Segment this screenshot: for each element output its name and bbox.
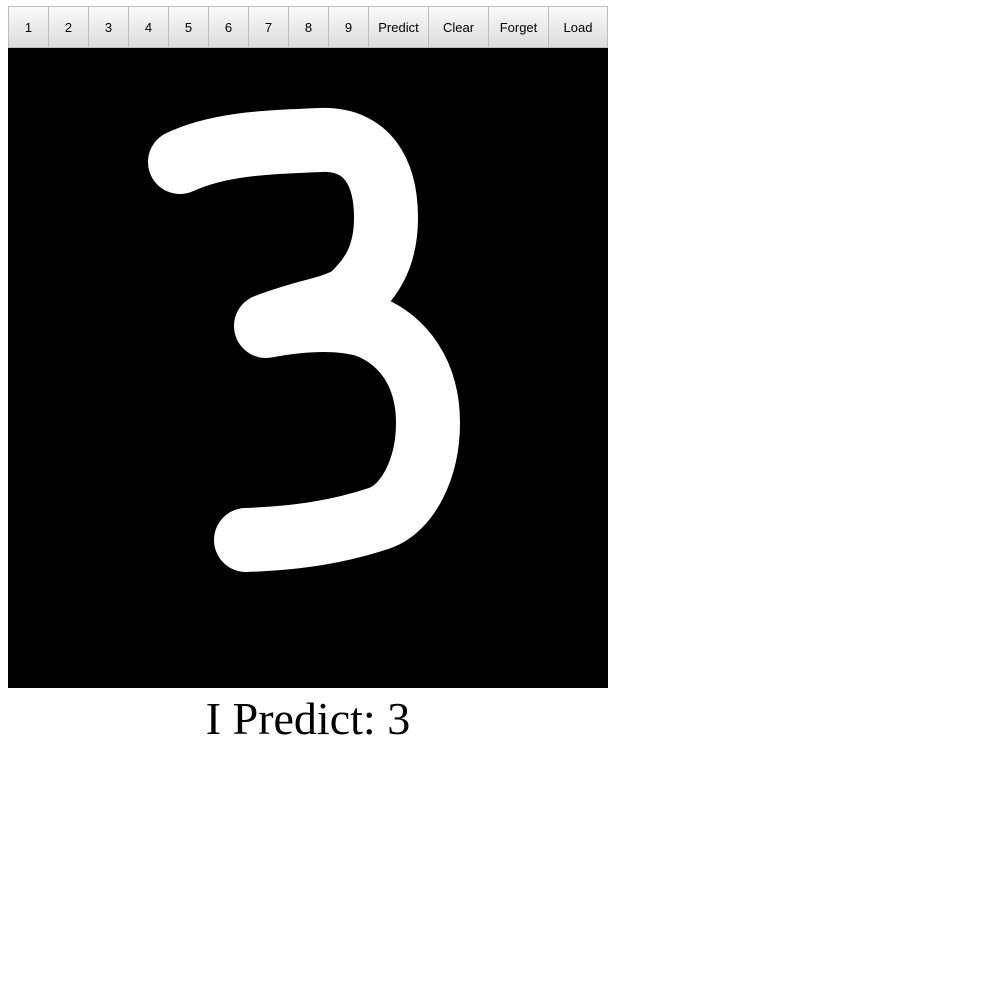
toolbar: 1 2 3 4 5 6 7 8 9 Predict Clear Forget L… [8, 6, 608, 48]
digit-3-button[interactable]: 3 [88, 6, 128, 48]
clear-button[interactable]: Clear [428, 6, 488, 48]
app: 1 2 3 4 5 6 7 8 9 Predict Clear Forget L… [8, 6, 608, 748]
digit-1-button[interactable]: 1 [8, 6, 48, 48]
digit-5-button[interactable]: 5 [168, 6, 208, 48]
predict-button[interactable]: Predict [368, 6, 428, 48]
prediction-text: I Predict: 3 [205, 693, 411, 744]
digit-4-button[interactable]: 4 [128, 6, 168, 48]
digit-2-button[interactable]: 2 [48, 6, 88, 48]
forget-button[interactable]: Forget [488, 6, 548, 48]
digit-9-button[interactable]: 9 [328, 6, 368, 48]
drawing-canvas[interactable] [8, 48, 608, 688]
digit-7-button[interactable]: 7 [248, 6, 288, 48]
digit-8-button[interactable]: 8 [288, 6, 328, 48]
load-button[interactable]: Load [548, 6, 608, 48]
drawing-surface [8, 48, 608, 688]
digit-6-button[interactable]: 6 [208, 6, 248, 48]
